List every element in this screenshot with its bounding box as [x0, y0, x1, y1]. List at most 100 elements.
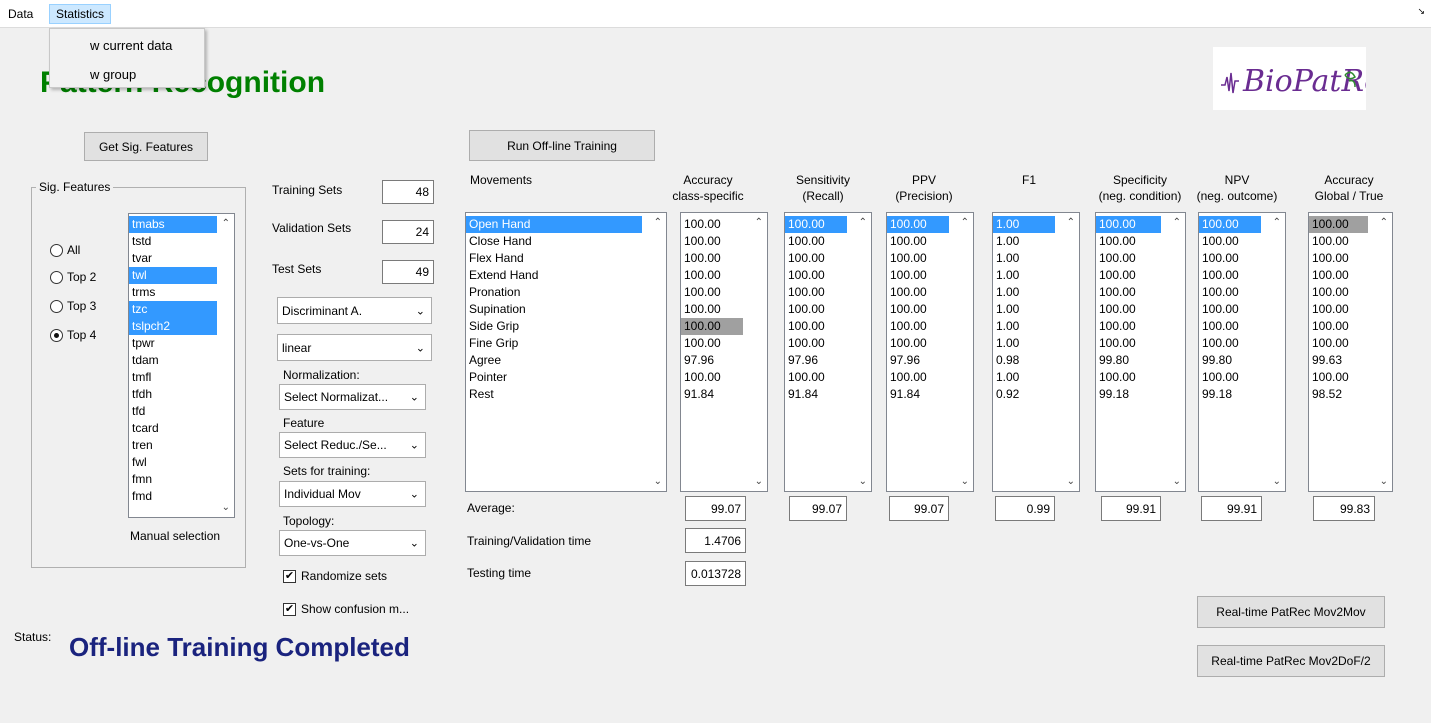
feature-list-item[interactable]: fwl	[129, 454, 217, 471]
metric-value[interactable]: 100.00	[1309, 301, 1368, 318]
scroll-up-icon[interactable]: ⌃	[1273, 217, 1281, 228]
run-offline-training-button[interactable]: Run Off-line Training	[469, 130, 655, 161]
metric-value[interactable]: 100.00	[785, 335, 847, 352]
metric-value[interactable]: 100.00	[1199, 335, 1261, 352]
metric-value[interactable]: 100.00	[887, 301, 949, 318]
radio-top3[interactable]: Top 3	[50, 299, 96, 313]
movement-list-item[interactable]: Pronation	[466, 284, 642, 301]
movement-list-item[interactable]: Pointer	[466, 369, 642, 386]
test-sets-input[interactable]: 49	[382, 260, 434, 284]
metric-value[interactable]: 98.52	[1309, 386, 1368, 403]
feature-list-item[interactable]: tcard	[129, 420, 217, 437]
sets-training-select[interactable]: Individual Mov ⌄	[279, 481, 426, 507]
scroll-up-icon[interactable]: ⌃	[222, 218, 230, 229]
metric-value[interactable]: 99.18	[1096, 386, 1161, 403]
feature-list-item[interactable]: tstd	[129, 233, 217, 250]
metric-value[interactable]: 100.00	[681, 301, 743, 318]
feature-list-item[interactable]: tvar	[129, 250, 217, 267]
radio-dot[interactable]	[50, 243, 63, 257]
metric-value[interactable]: 1.00	[993, 318, 1055, 335]
metric-value[interactable]: 100.00	[681, 369, 743, 386]
validation-sets-input[interactable]: 24	[382, 220, 434, 244]
metric-value[interactable]: 99.63	[1309, 352, 1368, 369]
check-icon[interactable]: ✔	[283, 569, 296, 583]
dock-arrow-icon[interactable]: ↘	[1417, 6, 1425, 17]
scroll-down-icon[interactable]: ⌄	[1173, 476, 1181, 487]
metric-value[interactable]: 100.00	[681, 250, 743, 267]
metric-value[interactable]: 100.00	[785, 284, 847, 301]
metric-value[interactable]: 1.00	[993, 369, 1055, 386]
metric-value[interactable]: 97.96	[681, 352, 743, 369]
feature-list-item[interactable]: trms	[129, 284, 217, 301]
movement-list-item[interactable]: Agree	[466, 352, 642, 369]
scroll-down-icon[interactable]: ⌄	[1273, 476, 1281, 487]
radio-dot[interactable]	[50, 328, 63, 342]
features-listbox[interactable]: tmabs tstd tvar twl trms tzc tslpch2 tpwr tdam tm…	[128, 213, 235, 518]
feature-list-item[interactable]: fmd	[129, 488, 217, 505]
metric-value[interactable]: 1.00	[993, 250, 1055, 267]
scroll-up-icon[interactable]: ⌃	[1067, 217, 1075, 228]
radio-dot[interactable]	[50, 270, 63, 284]
movement-list-item[interactable]: Extend Hand	[466, 267, 642, 284]
metric-values-listbox[interactable]: 100.00 100.00 100.00 100.00 100.00 100.00 100.…	[1198, 212, 1286, 492]
radio-top2[interactable]: Top 2	[50, 270, 96, 284]
metric-value[interactable]: 100.00	[681, 318, 743, 335]
metric-value[interactable]: 99.18	[1199, 386, 1261, 403]
metric-value[interactable]: 1.00	[993, 284, 1055, 301]
metric-value[interactable]: 100.00	[1096, 301, 1161, 318]
metric-value[interactable]: 100.00	[887, 335, 949, 352]
feature-reduction-select[interactable]: Select Reduc./Se... ⌄	[279, 432, 426, 458]
metric-value[interactable]: 100.00	[1199, 318, 1261, 335]
menu-statistics[interactable]: Statistics	[49, 4, 112, 24]
metric-value[interactable]: 100.00	[1096, 318, 1161, 335]
radio-dot[interactable]	[50, 299, 63, 313]
metric-value[interactable]: 100.00	[1309, 250, 1368, 267]
metric-values-listbox[interactable]: 100.00 100.00 100.00 100.00 100.00 100.00 100.…	[886, 212, 974, 492]
radio-top4[interactable]: Top 4	[50, 328, 96, 342]
metric-values-listbox[interactable]: 100.00 100.00 100.00 100.00 100.00 100.00 100.…	[1095, 212, 1186, 492]
metric-values-listbox[interactable]: 1.00 1.00 1.00 1.00 1.00 1.00 1.00 1.00 0.98 1.00…	[992, 212, 1080, 492]
movement-list-item[interactable]: Rest	[466, 386, 642, 403]
metric-value[interactable]: 100.00	[1096, 250, 1161, 267]
metric-value[interactable]: 1.00	[993, 301, 1055, 318]
metric-value[interactable]: 100.00	[681, 216, 743, 233]
feature-list-item[interactable]: fmn	[129, 471, 217, 488]
scroll-down-icon[interactable]: ⌄	[961, 476, 969, 487]
feature-list-item[interactable]: tfdh	[129, 386, 217, 403]
movement-list-item[interactable]: Side Grip	[466, 318, 642, 335]
metric-value[interactable]: 91.84	[887, 386, 949, 403]
algorithm-select[interactable]: Discriminant A. ⌄	[277, 297, 432, 324]
feature-list-item[interactable]: tpwr	[129, 335, 217, 352]
training-sets-input[interactable]: 48	[382, 180, 434, 204]
metric-value[interactable]: 100.00	[1096, 335, 1161, 352]
metric-value[interactable]: 100.00	[887, 250, 949, 267]
metric-value[interactable]: 100.00	[681, 233, 743, 250]
metric-value[interactable]: 100.00	[1199, 301, 1261, 318]
metric-values-listbox[interactable]: 100.00 100.00 100.00 100.00 100.00 100.00 100.…	[784, 212, 872, 492]
metric-value[interactable]: 100.00	[785, 301, 847, 318]
randomize-sets-checkbox[interactable]: ✔ Randomize sets	[283, 569, 387, 583]
show-confusion-checkbox[interactable]: ✔ Show confusion m...	[283, 602, 409, 616]
metric-value[interactable]: 100.00	[1199, 233, 1261, 250]
realtime-mov2mov-button[interactable]: Real-time PatRec Mov2Mov	[1197, 596, 1385, 628]
metric-value[interactable]: 100.00	[1309, 267, 1368, 284]
topology-select[interactable]: One-vs-One ⌄	[279, 530, 426, 556]
scroll-down-icon[interactable]: ⌄	[755, 476, 763, 487]
scroll-up-icon[interactable]: ⌃	[961, 217, 969, 228]
scroll-up-icon[interactable]: ⌃	[1380, 217, 1388, 228]
normalization-select[interactable]: Select Normalizat... ⌄	[279, 384, 426, 410]
metric-value[interactable]: 100.00	[1309, 216, 1368, 233]
metric-value[interactable]: 100.00	[1199, 267, 1261, 284]
scroll-up-icon[interactable]: ⌃	[1173, 217, 1181, 228]
scroll-down-icon[interactable]: ⌄	[1380, 476, 1388, 487]
metric-value[interactable]: 100.00	[785, 216, 847, 233]
metric-value[interactable]: 100.00	[1309, 284, 1368, 301]
metric-value[interactable]: 1.00	[993, 216, 1055, 233]
metric-value[interactable]: 1.00	[993, 233, 1055, 250]
radio-all[interactable]: All	[50, 243, 80, 257]
metric-value[interactable]: 100.00	[785, 369, 847, 386]
metric-value[interactable]: 1.00	[993, 267, 1055, 284]
menu-item-current-data[interactable]: w current data	[90, 38, 172, 53]
metric-value[interactable]: 100.00	[1096, 233, 1161, 250]
metric-value[interactable]: 100.00	[1199, 216, 1261, 233]
